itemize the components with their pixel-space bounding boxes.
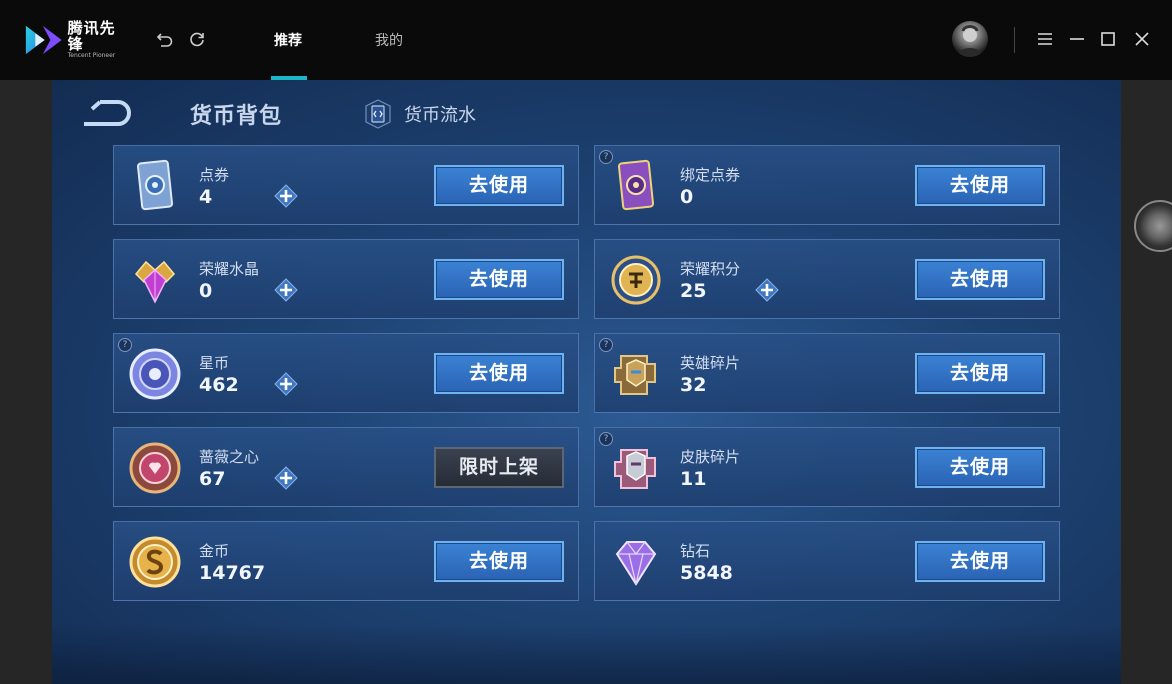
coupon-icon (136, 159, 174, 211)
currency-card-coupon: 点券 4 去使用 (113, 145, 579, 225)
flow-card-icon (365, 99, 391, 129)
titlebar-divider (1014, 27, 1015, 53)
right-gutter (1121, 80, 1172, 684)
add-star-coin-button[interactable] (274, 372, 298, 396)
add-glory-points-button[interactable] (755, 278, 779, 302)
use-gold-coin-button[interactable]: 去使用 (434, 541, 564, 582)
currency-flow-button[interactable]: 货币流水 (364, 98, 476, 130)
maximize-icon[interactable] (1099, 30, 1117, 48)
currency-card-hero-fragment: ? 英雄碎片 32 去使用 (594, 333, 1060, 413)
currency-name: 英雄碎片 (680, 354, 741, 372)
currency-name: 点券 (199, 166, 230, 184)
currency-value: 14767 (199, 562, 266, 584)
app-logo: 腾讯先锋 Tencent Pioneer (24, 19, 128, 59)
back-nav-icon[interactable] (156, 30, 174, 48)
use-star-coin-button[interactable]: 去使用 (434, 353, 564, 394)
use-glory-points-button[interactable]: 去使用 (915, 259, 1045, 300)
currency-card-glory-points: 荣耀积分 25 去使用 (594, 239, 1060, 319)
currency-value: 5848 (680, 562, 733, 584)
gold-coin-icon (129, 536, 181, 588)
currency-card-rose-heart: 蔷薇之心 67 限时上架 (113, 427, 579, 507)
add-coupon-button[interactable] (274, 184, 298, 208)
tab-mine[interactable]: 我的 (375, 30, 403, 50)
hero-fragment-icon (614, 355, 656, 395)
star-coin-icon (129, 348, 181, 400)
page-title: 货币背包 (190, 104, 283, 129)
use-coupon-button[interactable]: 去使用 (434, 165, 564, 206)
currency-flow-label: 货币流水 (404, 105, 476, 126)
glory-points-icon (611, 255, 661, 305)
back-button-icon[interactable] (78, 98, 132, 128)
currency-value: 4 (199, 186, 213, 208)
currency-name: 蔷薇之心 (199, 448, 260, 466)
diamond-icon (615, 541, 657, 586)
close-icon[interactable] (1133, 30, 1151, 48)
currency-value: 462 (199, 374, 239, 396)
logo-text-en: Tencent Pioneer (67, 52, 116, 59)
glory-crystal-icon (134, 260, 176, 304)
limited-time-button[interactable]: 限时上架 (434, 447, 564, 488)
currency-value: 32 (680, 374, 707, 396)
currency-name: 绑定点券 (680, 166, 741, 184)
currency-value: 25 (680, 280, 707, 302)
logo-icon (25, 25, 62, 55)
currency-value: 0 (680, 186, 694, 208)
currency-name: 皮肤碎片 (680, 448, 741, 466)
left-gutter (0, 80, 52, 684)
use-hero-fragment-button[interactable]: 去使用 (915, 353, 1045, 394)
currency-value: 0 (199, 280, 213, 302)
add-glory-crystal-button[interactable] (274, 278, 298, 302)
bound-coupon-icon (617, 159, 655, 211)
currency-value: 11 (680, 468, 707, 490)
tab-recommend[interactable]: 推荐 (274, 30, 302, 50)
currency-card-glory-crystal: 荣耀水晶 0 去使用 (113, 239, 579, 319)
currency-card-star-coin: ? 星币 462 去使用 (113, 333, 579, 413)
currency-backpack-screen: 货币背包 货币流水 点券 4 去使用 ? 绑定点券 0 去使用 荣耀水晶 0 去… (52, 80, 1121, 684)
add-rose-heart-button[interactable] (274, 466, 298, 490)
currency-name: 钻石 (680, 542, 711, 560)
avatar[interactable] (952, 21, 988, 57)
use-glory-crystal-button[interactable]: 去使用 (434, 259, 564, 300)
use-bound-coupon-button[interactable]: 去使用 (915, 165, 1045, 206)
currency-card-diamond: 钻石 5848 去使用 (594, 521, 1060, 601)
menu-icon[interactable] (1036, 30, 1054, 48)
refresh-icon[interactable] (188, 30, 206, 48)
currency-value: 67 (199, 468, 226, 490)
logo-text-cn: 腾讯先锋 (67, 19, 116, 53)
currency-card-skin-fragment: ? 皮肤碎片 11 去使用 (594, 427, 1060, 507)
currency-card-bound-coupon: ? 绑定点券 0 去使用 (594, 145, 1060, 225)
currency-card-gold-coin: 金币 14767 去使用 (113, 521, 579, 601)
rose-heart-icon (129, 442, 181, 494)
user-avatar-icon (957, 25, 983, 57)
currency-name: 金币 (199, 542, 230, 560)
currency-name: 荣耀水晶 (199, 260, 260, 278)
minimize-icon[interactable] (1068, 30, 1086, 48)
currency-name: 荣耀积分 (680, 260, 741, 278)
use-skin-fragment-button[interactable]: 去使用 (915, 447, 1045, 488)
currency-name: 星币 (199, 354, 230, 372)
use-diamond-button[interactable]: 去使用 (915, 541, 1045, 582)
title-bar: 腾讯先锋 Tencent Pioneer 推荐 我的 (0, 0, 1172, 80)
skin-fragment-icon (614, 449, 656, 489)
